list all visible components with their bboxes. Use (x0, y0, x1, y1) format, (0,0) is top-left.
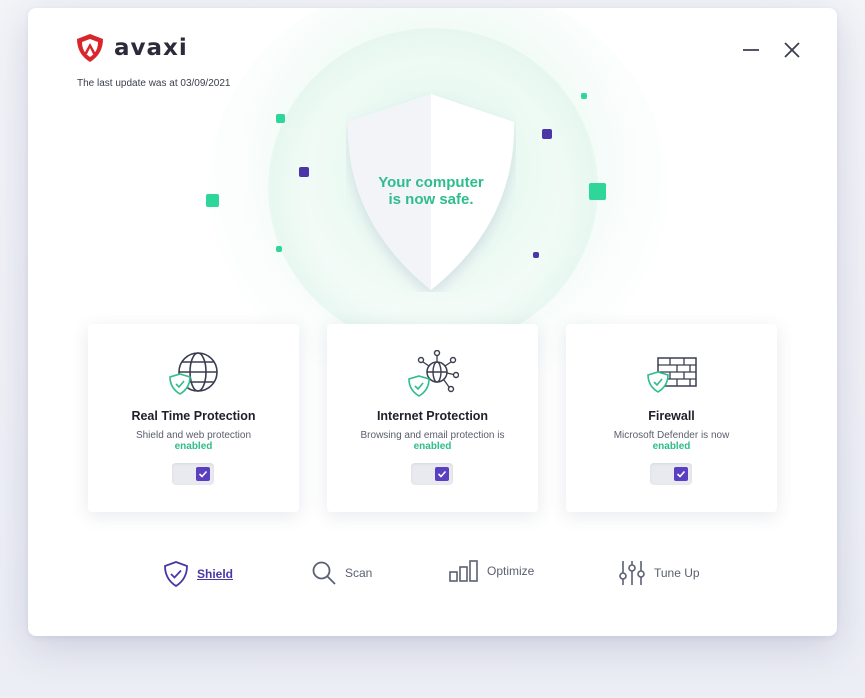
stage: avaxi The last update was at 03/09/2021 (0, 0, 865, 698)
app-window: avaxi The last update was at 03/09/2021 (28, 8, 837, 636)
minimize-icon (743, 49, 759, 51)
card-firewall: Firewall Microsoft Defender is now enabl… (566, 324, 777, 512)
card-description: Shield and web protection enabled (118, 430, 269, 452)
card-title: Firewall (648, 409, 695, 423)
status-line-1: Your computer (378, 174, 484, 191)
nav-label: Scan (345, 566, 373, 580)
nav-label: Shield (197, 567, 234, 581)
shield-icon (164, 561, 188, 588)
check-icon (198, 470, 208, 478)
toggle-knob (196, 467, 210, 481)
real-time-protection-toggle[interactable] (172, 463, 214, 485)
firewall-shield-icon (647, 357, 697, 393)
app-name: avaxi (114, 35, 188, 61)
decor-dot (542, 129, 552, 139)
status-text: Your computer is now safe. (346, 174, 516, 208)
toggle-knob (435, 467, 449, 481)
search-icon (312, 561, 336, 585)
status-line-2: is now safe. (388, 191, 474, 208)
last-update-text: The last update was at 03/09/2021 (77, 78, 231, 89)
toggle-knob (674, 467, 688, 481)
avaxi-logo-icon (77, 34, 103, 62)
decor-dot (533, 252, 539, 258)
check-icon (676, 470, 686, 478)
app-logo: avaxi (74, 32, 188, 64)
card-status: enabled (174, 441, 213, 452)
decor-dot (206, 194, 219, 207)
check-icon (437, 470, 447, 478)
card-description: Microsoft Defender is now enabled (596, 430, 747, 452)
decor-dot (276, 246, 282, 252)
nav-tune-up[interactable]: Tune Up (618, 560, 700, 586)
close-button[interactable] (780, 38, 804, 62)
firewall-toggle[interactable] (650, 463, 692, 485)
card-title: Internet Protection (376, 409, 489, 423)
network-shield-icon (408, 350, 459, 397)
card-status: enabled (413, 441, 452, 452)
status-shield: Your computer is now safe. (346, 92, 516, 297)
card-real-time-protection: Real Time Protection Shield and web prot… (88, 324, 299, 512)
internet-protection-toggle[interactable] (411, 463, 453, 485)
nav-shield[interactable]: Shield (163, 560, 233, 588)
decor-dot (589, 183, 606, 200)
card-desc-text: Shield and web protection (135, 430, 252, 441)
sliders-icon (619, 561, 645, 585)
minimize-button[interactable] (739, 38, 763, 62)
bars-icon (449, 560, 478, 582)
nav-scan[interactable]: Scan (311, 560, 372, 586)
nav-optimize[interactable]: Optimize (449, 560, 534, 582)
decor-dot (276, 114, 285, 123)
card-status: enabled (652, 441, 691, 452)
card-internet-protection: Internet Protection Browsing and email p… (327, 324, 538, 512)
nav-label: Tune Up (654, 566, 700, 580)
card-title: Real Time Protection (131, 409, 256, 423)
nav-label: Optimize (487, 564, 535, 578)
close-icon (784, 42, 800, 58)
card-description: Browsing and email protection is enabled (357, 430, 508, 452)
decor-dot (299, 167, 309, 177)
card-desc-text: Microsoft Defender is now (613, 430, 730, 441)
decor-dot (581, 93, 587, 99)
card-desc-text: Browsing and email protection is (360, 430, 505, 441)
globe-shield-icon (169, 352, 218, 395)
